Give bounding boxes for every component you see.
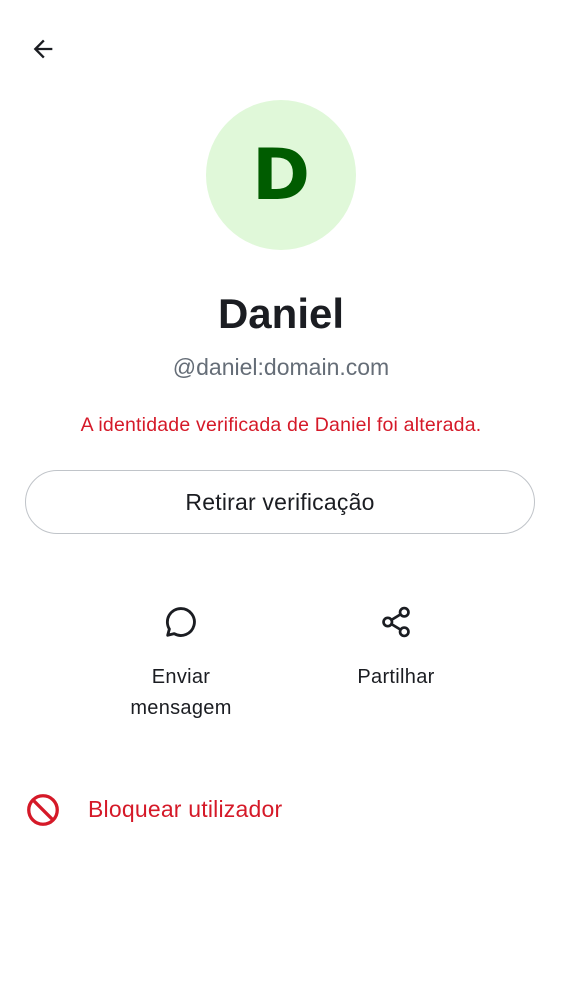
block-user-button[interactable]: Bloquear utilizador	[0, 780, 562, 838]
withdraw-verification-label: Retirar verificação	[185, 488, 375, 515]
share-label: Partilhar	[357, 666, 435, 688]
send-message-label: Enviar mensagem	[130, 666, 232, 719]
avatar-initial: D	[251, 134, 311, 216]
display-name: Daniel	[217, 290, 345, 337]
share-action[interactable]: Partilhar	[296, 598, 496, 693]
block-icon	[24, 791, 62, 829]
back-button[interactable]	[22, 30, 64, 72]
identity-changed-warning: A identidade verificada de Daniel foi al…	[80, 414, 482, 436]
arrow-left-icon	[29, 35, 57, 68]
chat-bubble-icon	[157, 598, 205, 646]
send-message-action[interactable]: Enviar mensagem	[81, 598, 281, 724]
avatar: D	[206, 100, 356, 250]
withdraw-verification-button[interactable]: Retirar verificação	[25, 470, 535, 534]
share-icon	[372, 598, 420, 646]
block-user-label: Bloquear utilizador	[88, 796, 283, 822]
user-id: @daniel:domain.com	[172, 354, 390, 380]
